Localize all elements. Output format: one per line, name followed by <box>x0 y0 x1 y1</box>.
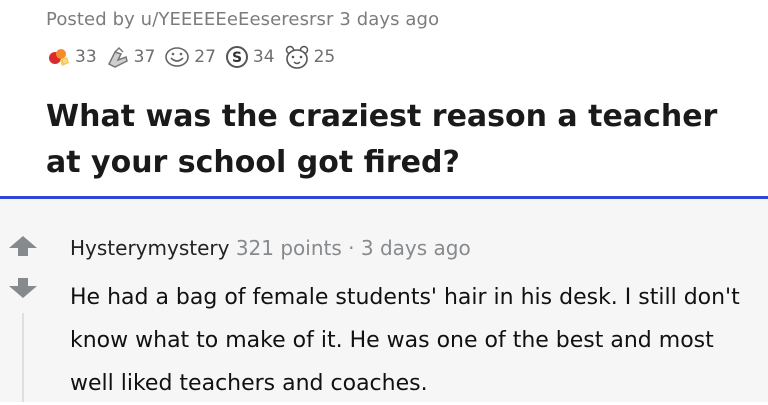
award-item[interactable]: S 34 <box>224 44 275 70</box>
award-item[interactable]: 27 <box>163 44 216 70</box>
award-count: 25 <box>313 47 336 67</box>
wholesome-award-icon <box>163 44 191 70</box>
s-coin-award-icon: S <box>224 44 250 70</box>
award-count: 27 <box>194 47 216 67</box>
comment-author[interactable]: Hysterymystery <box>70 236 229 260</box>
comment-time[interactable]: 3 days ago <box>361 236 471 260</box>
comment-meta: Hysterymystery 321 points · 3 days ago <box>70 236 471 260</box>
downvote-button[interactable] <box>8 277 38 299</box>
bear-award-icon <box>283 44 311 70</box>
post-header: Posted by u/YEEEEEeEeseresrsr 3 days ago… <box>0 0 768 196</box>
award-count: 33 <box>75 47 97 67</box>
comment-body: He had a bag of female students' hair in… <box>70 285 740 396</box>
award-count: 37 <box>133 47 156 67</box>
post-meta[interactable]: Posted by u/YEEEEEeEeseresrsr 3 days ago <box>46 9 439 30</box>
thread-line[interactable] <box>22 313 24 402</box>
arrow-up-icon <box>9 236 37 256</box>
comment-points: 321 points <box>235 236 342 260</box>
helpful-award-icon <box>105 44 131 70</box>
silver-award-icon <box>46 44 72 70</box>
upvote-button[interactable] <box>8 235 38 257</box>
award-item[interactable]: 25 <box>283 44 336 70</box>
award-count: 34 <box>252 47 275 67</box>
award-item[interactable]: 33 <box>46 44 97 70</box>
arrow-down-icon <box>9 278 37 298</box>
svg-text:S: S <box>232 50 242 66</box>
award-item[interactable]: 37 <box>105 44 156 70</box>
awards-bar[interactable]: 33 37 27 S 34 25 <box>46 44 343 70</box>
post-title[interactable]: What was the craziest reason a teacher a… <box>46 94 756 186</box>
meta-separator: · <box>348 236 355 260</box>
